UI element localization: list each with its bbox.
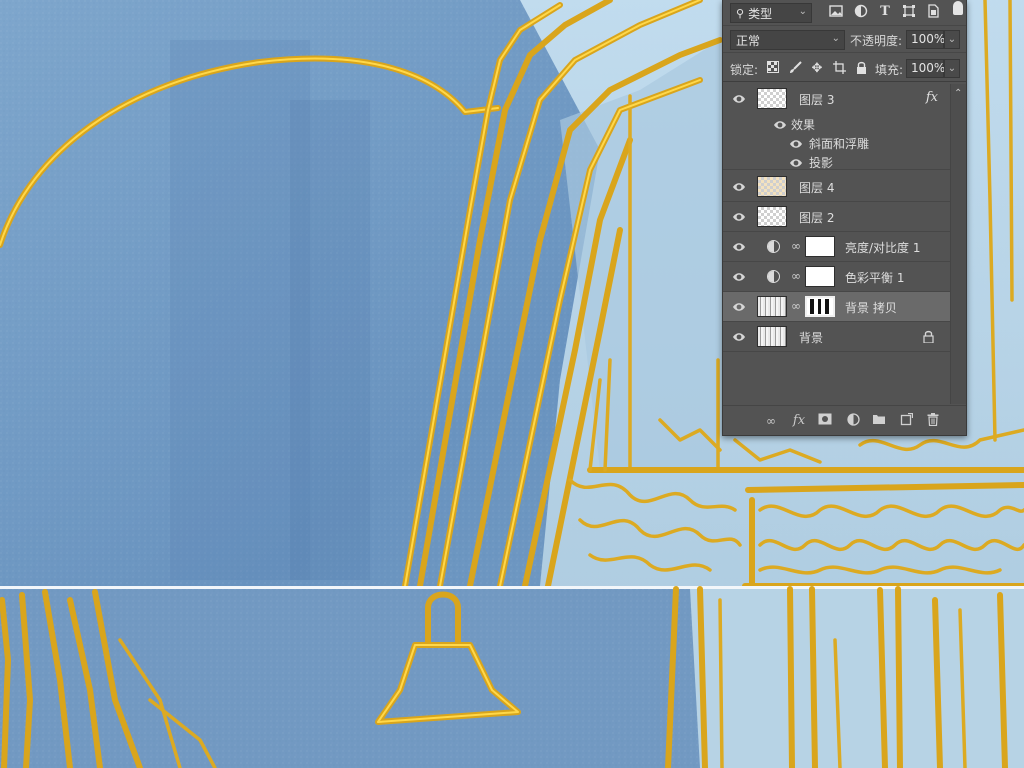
- layer-mask-thumbnail[interactable]: [805, 296, 835, 317]
- add-layer-style-icon[interactable]: fx: [791, 413, 807, 429]
- eye-icon[interactable]: [773, 119, 787, 131]
- layer-row[interactable]: 背景: [723, 322, 950, 352]
- filter-type-label: 类型: [748, 6, 773, 21]
- lock-image-icon[interactable]: [787, 61, 803, 77]
- layer-thumbnail: [757, 176, 787, 197]
- layer-thumbnail: [757, 296, 787, 317]
- link-icon[interactable]: ∞: [791, 239, 801, 253]
- layer-row[interactable]: 图层 2: [723, 202, 950, 232]
- eye-icon[interactable]: [732, 211, 746, 223]
- layer-name[interactable]: 图层 2: [799, 209, 834, 226]
- fill-input[interactable]: 100% ⌄: [906, 59, 960, 78]
- lock-transparent-icon[interactable]: [765, 61, 781, 77]
- eye-icon[interactable]: [732, 331, 746, 343]
- layer-row[interactable]: 图层 3 fx 效果 斜面和浮雕 投影: [723, 84, 950, 170]
- fill-label: 填充:: [875, 63, 904, 77]
- blend-row: 正常 ⌄ 不透明度: 100% ⌄: [723, 27, 966, 53]
- layer-thumbnail: [757, 326, 787, 347]
- new-adjustment-icon[interactable]: [845, 413, 861, 429]
- image-filter-icon[interactable]: [828, 4, 844, 20]
- effect-drop-shadow[interactable]: 投影: [809, 154, 833, 171]
- lock-label: 锁定:: [730, 63, 759, 77]
- layer-filter-row: ⚲ 类型 ⌄ T: [723, 0, 966, 26]
- fill-value: 100%: [911, 61, 946, 75]
- smart-object-filter-icon[interactable]: [925, 4, 941, 20]
- lock-artboard-icon[interactable]: [831, 61, 847, 77]
- layer-name[interactable]: 背景 拷贝: [845, 299, 897, 316]
- layer-row-selected[interactable]: ∞ 背景 拷贝: [723, 292, 950, 322]
- eye-icon[interactable]: [732, 271, 746, 283]
- new-layer-icon[interactable]: [898, 412, 914, 429]
- lock-all-icon[interactable]: [853, 61, 869, 77]
- layer-mask-thumbnail[interactable]: [805, 236, 835, 257]
- eye-icon[interactable]: [732, 241, 746, 253]
- layer-name[interactable]: 图层 4: [799, 179, 834, 196]
- layer-name[interactable]: 色彩平衡 1: [845, 269, 904, 286]
- chevron-down-icon: ⌄: [831, 33, 840, 44]
- fx-icon[interactable]: fx: [926, 90, 938, 105]
- delete-layer-icon[interactable]: [925, 413, 941, 429]
- blend-mode-dropdown[interactable]: 正常 ⌄: [730, 30, 845, 50]
- layer-list: 图层 3 fx 效果 斜面和浮雕 投影 图层 4 图层 2 ∞ 亮度/对比度 1…: [723, 84, 966, 404]
- effect-bevel-emboss[interactable]: 斜面和浮雕: [809, 135, 869, 152]
- adjustment-layer-icon: [767, 270, 780, 283]
- opacity-input[interactable]: 100% ⌄: [906, 30, 960, 49]
- layer-thumbnail: [757, 206, 787, 227]
- eye-icon[interactable]: [789, 157, 803, 169]
- blend-mode-value: 正常: [736, 33, 761, 48]
- scroll-up-icon[interactable]: ⌃: [954, 88, 962, 99]
- image-divider: [0, 586, 1024, 589]
- opacity-label: 不透明度:: [850, 34, 903, 48]
- adjustment-layer-icon: [767, 240, 780, 253]
- eye-icon[interactable]: [732, 301, 746, 313]
- filter-type-dropdown[interactable]: ⚲ 类型 ⌄: [730, 3, 812, 23]
- lock-icon[interactable]: [923, 330, 934, 343]
- layer-mask-thumbnail[interactable]: [805, 266, 835, 287]
- layer-thumbnail: [757, 88, 787, 109]
- layer-row[interactable]: ∞ 亮度/对比度 1: [723, 232, 950, 262]
- link-layers-icon[interactable]: ∞: [763, 413, 779, 429]
- layers-panel: ⚲ 类型 ⌄ T 正常 ⌄ 不透明度: 100% ⌄ 锁定: ✥ 填充: 100…: [722, 0, 967, 436]
- filter-toggle-switch[interactable]: [953, 1, 963, 15]
- adjustment-filter-icon[interactable]: [853, 4, 869, 20]
- layer-row[interactable]: ∞ 色彩平衡 1: [723, 262, 950, 292]
- fill-dropdown-icon[interactable]: ⌄: [944, 59, 960, 78]
- shape-filter-icon[interactable]: [901, 4, 917, 20]
- opacity-dropdown-icon[interactable]: ⌄: [944, 30, 960, 49]
- new-group-icon[interactable]: [871, 413, 887, 429]
- opacity-value: 100%: [911, 32, 946, 46]
- link-icon[interactable]: ∞: [791, 299, 801, 313]
- eye-icon[interactable]: [732, 181, 746, 193]
- layer-name[interactable]: 亮度/对比度 1: [845, 239, 921, 256]
- layers-scrollbar[interactable]: ⌃: [950, 84, 966, 404]
- add-mask-icon[interactable]: [817, 413, 833, 429]
- lock-position-icon[interactable]: ✥: [809, 61, 825, 77]
- search-icon: ⚲: [736, 6, 745, 20]
- layer-name[interactable]: 背景: [799, 329, 823, 346]
- eye-icon[interactable]: [789, 138, 803, 150]
- layer-name[interactable]: 图层 3: [799, 91, 834, 108]
- effects-label: 效果: [791, 118, 816, 132]
- chevron-down-icon: ⌄: [798, 6, 807, 17]
- lock-row: 锁定: ✥ 填充: 100% ⌄: [723, 56, 966, 82]
- link-icon[interactable]: ∞: [791, 269, 801, 283]
- eye-icon[interactable]: [732, 93, 746, 105]
- layers-footer: ∞ fx: [723, 405, 966, 435]
- layer-row[interactable]: 图层 4: [723, 172, 950, 202]
- type-filter-icon[interactable]: T: [877, 4, 893, 20]
